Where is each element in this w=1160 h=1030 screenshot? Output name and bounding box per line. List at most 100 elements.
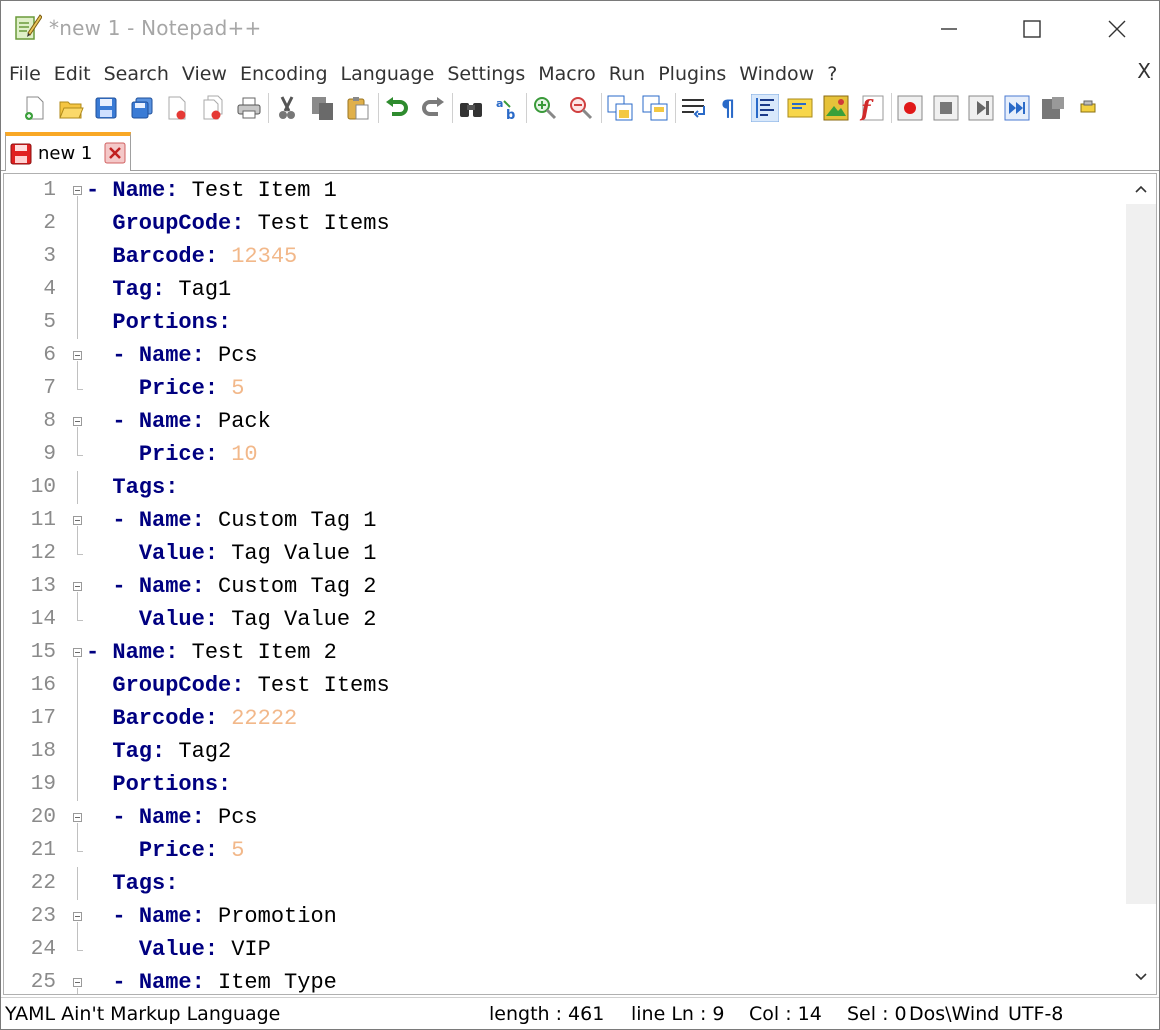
fold-toggle-icon[interactable] <box>73 912 82 921</box>
close-all-icon[interactable] <box>199 94 227 122</box>
minimize-button[interactable] <box>921 1 977 57</box>
plugin-icon[interactable] <box>1074 94 1102 122</box>
text-editor[interactable]: 1 2 3 4 5 6 7 8 9 10 11 12 13 14 15 16 17 18 19 20 21 22 23 24 2… <box>3 173 1157 995</box>
code-line[interactable]: Tags: <box>86 867 178 900</box>
indent-guide-icon[interactable] <box>750 94 779 122</box>
save-icon[interactable] <box>92 94 120 122</box>
replace-icon[interactable]: ab <box>493 94 521 122</box>
zoom-out-icon[interactable] <box>567 94 595 122</box>
find-icon[interactable] <box>457 94 485 122</box>
code-line[interactable]: Tag: Tag2 <box>86 735 231 768</box>
sync-vertical-icon[interactable] <box>606 94 634 122</box>
yaml-key: Name <box>138 904 192 929</box>
menu-bar: File Edit Search View Encoding Language … <box>1 59 1159 89</box>
scrollbar-track[interactable] <box>1126 204 1156 904</box>
vertical-scrollbar[interactable] <box>1126 174 1156 994</box>
code-line[interactable]: - Name: Test Item 1 <box>86 174 337 207</box>
copy-icon[interactable] <box>309 94 337 122</box>
code-line[interactable]: GroupCode: Test Items <box>86 207 389 240</box>
menu-language[interactable]: Language <box>341 63 435 85</box>
code-line[interactable]: - Name: Promotion <box>86 900 336 933</box>
code-line[interactable]: - Name: Pack <box>86 405 270 438</box>
yaml-colon: : <box>204 541 219 566</box>
close-window-button[interactable] <box>1089 1 1145 57</box>
fold-margin[interactable] <box>62 174 86 994</box>
undo-icon[interactable] <box>383 94 411 122</box>
code-line[interactable]: - Name: Test Item 2 <box>86 636 337 669</box>
fold-toggle-icon[interactable] <box>73 582 82 591</box>
sync-horizontal-icon[interactable] <box>641 94 669 122</box>
code-line[interactable]: - Name: Pcs <box>86 801 257 834</box>
fold-toggle-icon[interactable] <box>73 351 82 360</box>
code-line[interactable]: Barcode: 22222 <box>86 702 297 735</box>
close-icon[interactable] <box>163 94 191 122</box>
menu-view[interactable]: View <box>182 63 227 85</box>
save-macro-icon[interactable] <box>1039 94 1067 122</box>
yaml-key: Price <box>138 838 205 863</box>
run-macro-multiple-icon[interactable] <box>1003 94 1031 122</box>
user-language-icon[interactable] <box>786 94 814 122</box>
document-map-icon[interactable] <box>822 94 850 122</box>
stop-record-icon[interactable] <box>932 94 960 122</box>
menu-run[interactable]: Run <box>609 63 645 85</box>
code-line[interactable]: Portions: <box>86 306 231 339</box>
show-all-chars-icon[interactable]: ¶ <box>715 94 743 122</box>
code-area[interactable]: - Name: Test Item 1 GroupCode: Test Item… <box>86 174 1124 994</box>
yaml-colon: : <box>191 508 205 533</box>
zoom-in-icon[interactable] <box>531 94 559 122</box>
code-line[interactable]: Value: VIP <box>86 933 271 966</box>
list-dash: - <box>112 508 139 533</box>
print-icon[interactable] <box>235 94 263 122</box>
function-list-icon[interactable]: f <box>858 94 886 122</box>
code-line[interactable]: - Name: Item Type <box>86 966 336 994</box>
close-document-button[interactable]: X <box>1137 59 1151 83</box>
fold-toggle-icon[interactable] <box>73 648 82 657</box>
code-line[interactable]: GroupCode: Test Items <box>86 669 389 702</box>
cut-icon[interactable] <box>273 94 301 122</box>
yaml-number-value: 5 <box>231 838 245 863</box>
maximize-button[interactable] <box>1004 1 1060 57</box>
tab-close-icon[interactable] <box>104 142 126 164</box>
code-line[interactable]: Tag: Tag1 <box>86 273 231 306</box>
record-macro-icon[interactable] <box>896 94 924 122</box>
menu-window[interactable]: Window <box>739 63 814 85</box>
open-file-icon[interactable] <box>57 94 85 122</box>
status-sel: Sel : 0 <box>847 1003 907 1025</box>
scroll-up-icon[interactable] <box>1126 176 1156 202</box>
scroll-down-icon[interactable] <box>1126 964 1156 990</box>
fold-toggle-icon[interactable] <box>73 186 82 195</box>
code-line[interactable]: Portions: <box>86 768 231 801</box>
new-file-icon[interactable] <box>21 94 49 122</box>
menu-edit[interactable]: Edit <box>54 63 91 85</box>
menu-help[interactable]: ? <box>827 63 837 85</box>
code-line[interactable]: Value: Tag Value 1 <box>86 537 377 570</box>
code-line[interactable]: Value: Tag Value 2 <box>86 603 377 636</box>
menu-file[interactable]: File <box>9 63 41 85</box>
fold-toggle-icon[interactable] <box>73 516 82 525</box>
code-line[interactable]: - Name: Pcs <box>86 339 257 372</box>
playback-macro-icon[interactable] <box>967 94 995 122</box>
code-line[interactable]: - Name: Custom Tag 1 <box>86 504 376 537</box>
redo-icon[interactable] <box>419 94 447 122</box>
word-wrap-icon[interactable] <box>680 94 708 122</box>
menu-plugins[interactable]: Plugins <box>658 63 726 85</box>
yaml-string-value: Tag Value 1 <box>231 541 377 566</box>
code-line[interactable]: Barcode: 12345 <box>86 240 297 273</box>
menu-encoding[interactable]: Encoding <box>240 63 328 85</box>
fold-toggle-icon[interactable] <box>73 417 82 426</box>
paste-icon[interactable] <box>344 94 372 122</box>
fold-line <box>77 537 78 554</box>
save-all-icon[interactable] <box>128 94 156 122</box>
code-line[interactable]: Price: 10 <box>86 438 258 471</box>
code-line[interactable]: Price: 5 <box>86 372 245 405</box>
code-line[interactable]: Price: 5 <box>86 834 245 867</box>
menu-settings[interactable]: Settings <box>447 63 525 85</box>
menu-search[interactable]: Search <box>104 63 169 85</box>
code-line[interactable]: - Name: Custom Tag 2 <box>86 570 376 603</box>
fold-toggle-icon[interactable] <box>73 978 82 987</box>
tab-new-1[interactable]: new 1 <box>5 132 131 171</box>
fold-toggle-icon[interactable] <box>73 813 82 822</box>
menu-macro[interactable]: Macro <box>538 63 596 85</box>
code-line[interactable]: Tags: <box>86 471 178 504</box>
